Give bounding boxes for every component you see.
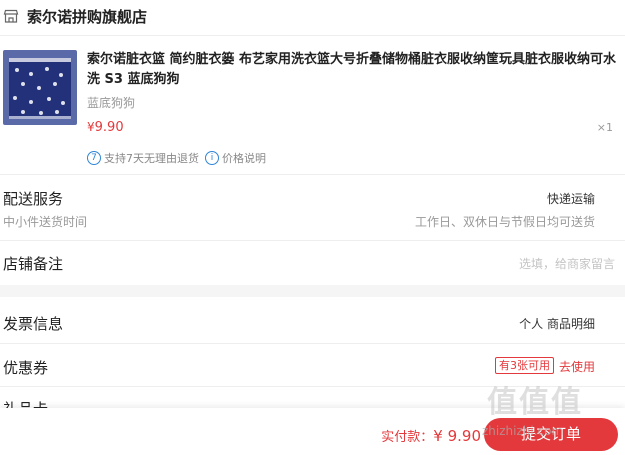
coupon-label: 优惠券 bbox=[3, 359, 49, 377]
remark-label: 店铺备注 bbox=[3, 255, 64, 273]
divider bbox=[0, 343, 625, 344]
product-variant: 蓝底狗狗 bbox=[87, 96, 136, 110]
price-explanation-link[interactable]: 价格说明 bbox=[222, 150, 266, 166]
product-price: ¥9.90 bbox=[87, 120, 124, 135]
payment-total: 实付款：¥ 9.90 bbox=[381, 426, 481, 445]
price-currency: ¥ bbox=[87, 120, 95, 134]
store-icon bbox=[3, 9, 19, 23]
info-icon: i bbox=[205, 151, 219, 165]
payment-amount: ¥ 9.90 bbox=[433, 427, 481, 445]
seven-day-return-icon: 7 bbox=[87, 151, 101, 165]
shop-header[interactable]: 索尔诺拼购旗舰店 bbox=[0, 0, 625, 36]
checkout-bar: 实付款：¥ 9.90 提交订单 bbox=[0, 408, 625, 455]
product-title[interactable]: 索尔诺脏衣篮 简约脏衣篓 布艺家用洗衣篮大号折叠储物桶脏衣服收纳筐玩具脏衣服收纳… bbox=[87, 50, 617, 90]
divider bbox=[0, 174, 625, 175]
delivery-label: 配送服务 bbox=[3, 190, 64, 208]
product-image[interactable] bbox=[3, 50, 77, 125]
divider bbox=[0, 240, 625, 241]
delivery-sub: 中小件送货时间 bbox=[3, 215, 88, 229]
product-quantity: ×1 bbox=[596, 121, 613, 134]
remark-input[interactable]: 选填，给商家留言 bbox=[519, 255, 615, 272]
service-badges: 7 支持7天无理由退货 i 价格说明 bbox=[87, 150, 266, 166]
payment-label: 实付款： bbox=[381, 430, 434, 445]
return-policy-label[interactable]: 支持7天无理由退货 bbox=[104, 150, 199, 166]
use-coupon-link[interactable]: 去使用 bbox=[559, 358, 595, 375]
delivery-method: 快递运输 bbox=[546, 192, 595, 206]
delivery-time: 工作日、双休日与节假日均可送货 bbox=[414, 215, 595, 229]
divider bbox=[0, 386, 625, 387]
invoice-label: 发票信息 bbox=[3, 315, 64, 333]
submit-order-button[interactable]: 提交订单 bbox=[484, 418, 618, 451]
price-value: 9.90 bbox=[94, 120, 124, 135]
coupon-count-badge: 有3张可用 bbox=[495, 357, 554, 374]
invoice-value: 个人 商品明细 bbox=[519, 317, 595, 331]
section-separator bbox=[0, 285, 625, 297]
shop-name: 索尔诺拼购旗舰店 bbox=[27, 8, 148, 26]
